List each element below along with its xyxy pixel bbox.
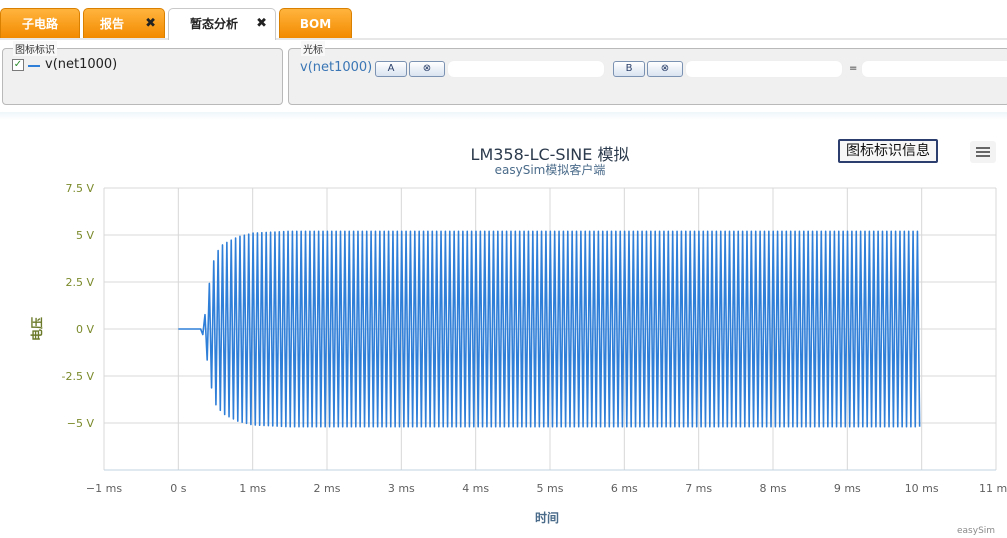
cursor-a-button[interactable]: A <box>375 61 407 77</box>
x-tick-label: 1 ms <box>239 482 266 495</box>
cursor-b-clear-button[interactable]: ⊗ <box>647 61 683 77</box>
x-tick-label: −1 ms <box>86 482 122 495</box>
y-tick-label: -2.5 V <box>62 370 95 383</box>
legend-panel-caption: 图标标识 <box>13 41 57 56</box>
y-tick-label: 0 V <box>76 323 94 336</box>
y-tick-label: −5 V <box>67 417 95 430</box>
y-tick-label: 5 V <box>76 229 94 242</box>
x-axis-title: 时间 <box>535 510 559 525</box>
close-icon[interactable]: ✖ <box>256 15 267 33</box>
legend-panel: 图标标识 ✓ v(net1000) <box>2 41 283 105</box>
x-tick-label: 8 ms <box>760 482 787 495</box>
x-tick-label: 10 ms <box>905 482 939 495</box>
x-tick-label: 9 ms <box>834 482 861 495</box>
cursor-panel: 光标 v(net1000) A ⊗ B ⊗ = <box>288 41 1007 105</box>
tab-transient-analysis[interactable]: 暂态分析 ✖ <box>168 8 276 40</box>
x-tick-label: 2 ms <box>314 482 341 495</box>
x-tick-label: 11 ms <box>979 482 1007 495</box>
x-tick-label: 7 ms <box>685 482 712 495</box>
cursor-delta-equals: = <box>849 63 858 74</box>
chart-area: LM358-LC-SINE 模拟 easySim模拟客户端 图标标识信息 −1 … <box>0 112 1007 538</box>
close-icon[interactable]: ✖ <box>145 15 156 33</box>
tab-label: BOM <box>299 17 332 31</box>
cursor-a-value-field <box>447 60 605 78</box>
cursor-trace-link[interactable]: v(net1000) <box>300 60 372 75</box>
tab-bom[interactable]: BOM <box>279 8 352 38</box>
tab-label: 子电路 <box>21 17 58 31</box>
cursor-b-button[interactable]: B <box>613 61 645 77</box>
tab-bar-divider <box>0 38 1007 40</box>
x-tick-label: 3 ms <box>388 482 415 495</box>
y-axis-title: 电压 <box>29 317 44 341</box>
y-tick-label: 2.5 V <box>65 276 94 289</box>
transient-plot[interactable]: −1 ms 0 s 1 ms 2 ms 3 ms 4 ms 5 ms 6 ms 7 ms 8 ms… <box>0 112 1007 538</box>
tab-label: 报告 <box>99 17 124 31</box>
cursor-a-clear-button[interactable]: ⊗ <box>409 61 445 77</box>
tab-report[interactable]: 报告 ✖ <box>83 8 165 38</box>
cursor-panel-caption: 光标 <box>301 41 325 56</box>
tab-subcircuit[interactable]: 子电路 <box>0 8 80 38</box>
x-tick-label: 0 s <box>170 482 186 495</box>
series-color-swatch <box>28 65 40 67</box>
x-tick-label: 4 ms <box>462 482 489 495</box>
y-tick-label: 7.5 V <box>65 182 94 195</box>
tab-bar: 子电路 报告 ✖ 暂态分析 ✖ BOM <box>0 0 1007 40</box>
cursor-delta-field <box>861 60 1007 78</box>
credits-link[interactable]: easySim <box>957 526 995 536</box>
cursor-b-value-field <box>685 60 843 78</box>
series-visibility-checkbox[interactable]: ✓ <box>12 59 24 71</box>
tab-label: 暂态分析 <box>189 17 238 31</box>
legend-item-label[interactable]: v(net1000) <box>45 57 117 72</box>
x-tick-label: 6 ms <box>611 482 638 495</box>
x-tick-label: 5 ms <box>537 482 564 495</box>
